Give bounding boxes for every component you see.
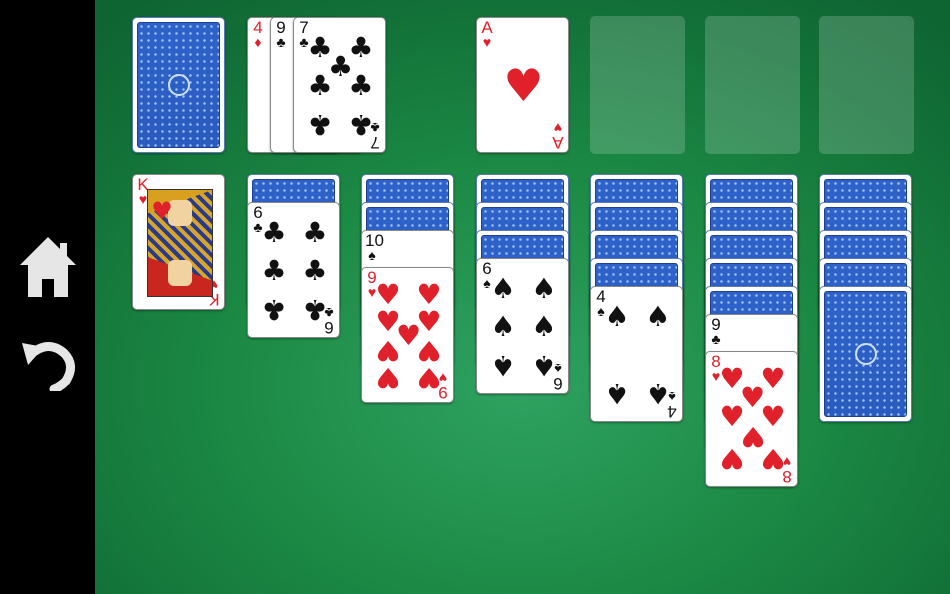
foundation-slot[interactable] [590, 16, 685, 154]
playing-card[interactable]: 4 ♠ 4 ♠ ♠ ♠ ♠ ♠ [590, 286, 683, 422]
suit-pip: ♣ [302, 254, 328, 287]
suit-pip: ♣ [261, 293, 287, 327]
card-corner-index: A ♥ [480, 19, 494, 50]
suit-pip: ♠ [490, 349, 516, 383]
suit-pip: ♠ [490, 310, 516, 343]
card-suit: ♠ [368, 247, 376, 263]
suit-pip: ♠ [604, 377, 630, 411]
playing-card[interactable]: 9 ♥ 9 ♥ ♥ ♥ ♥ ♥ ♥ ♥ ♥ ♥ ♥ [361, 267, 454, 403]
card-suit: ♥ [482, 34, 492, 50]
card-table: 4 ♦ 9 ♣ 7 ♣ 7 ♣ ♣ ♣ ♣ ♣ ♣ ♣ ♣ A ♥ A ♥ ♥ K ♥ K ♥ ♥ 6 ♣ 6 ♣ ♣ ♣ ♣ ♣ ♣ ♣ 10 ♠ 9 ♥… [95, 0, 950, 594]
suit-pip: ♥ [416, 360, 442, 394]
playing-card[interactable]: 6 ♠ 6 ♠ ♠ ♠ ♠ ♠ ♠ ♠ [476, 258, 569, 394]
suit-pip: ♠ [490, 271, 516, 305]
foundation-slot[interactable] [819, 16, 914, 154]
suit-pip: ♥ [416, 333, 442, 367]
suit-pip: ♠ [531, 310, 557, 343]
suit-pip: ♠ [645, 299, 671, 333]
playing-card[interactable]: K ♥ K ♥ ♥ [132, 174, 225, 310]
suit-pip: ♥ [719, 442, 745, 476]
suit-pip: ♠ [645, 377, 671, 411]
suit-pip: ♥ [151, 197, 173, 225]
suit-pip: ♥ [375, 333, 401, 367]
suit-pip: ♣ [307, 108, 333, 142]
card-corner-index: 10 ♠ [365, 232, 384, 263]
card-suit: ♣ [276, 34, 286, 50]
foundation-slot[interactable] [705, 16, 800, 154]
home-button[interactable] [18, 235, 78, 297]
suit-pip: ♣ [261, 254, 287, 287]
playing-card[interactable]: 8 ♥ 8 ♥ ♥ ♥ ♥ ♥ ♥ ♥ ♥ ♥ [705, 351, 798, 487]
suit-pip: ♣ [307, 69, 333, 102]
suit-pip: ♣ [302, 215, 328, 249]
suit-pip: ♣ [261, 215, 287, 249]
card-suit: ♦ [254, 34, 262, 50]
card-corner-index: A ♥ [551, 120, 565, 152]
undo-icon [22, 342, 75, 394]
playing-card[interactable]: 7 ♣ 7 ♣ ♣ ♣ ♣ ♣ ♣ ♣ ♣ [293, 17, 386, 153]
suit-pip: ♣ [302, 293, 328, 327]
home-icon [20, 237, 76, 297]
playing-card[interactable]: A ♥ A ♥ ♥ [476, 17, 569, 153]
tableau-face-down-card[interactable] [819, 286, 912, 422]
suit-pip: ♠ [531, 349, 557, 383]
stock-pile[interactable] [132, 17, 225, 153]
playing-card[interactable]: 6 ♣ 6 ♣ ♣ ♣ ♣ ♣ ♣ ♣ [247, 202, 340, 338]
suit-pip: ♣ [348, 69, 374, 102]
suit-pip: ♠ [531, 271, 557, 305]
sidebar [0, 0, 95, 594]
suit-pip: ♥ [503, 58, 544, 112]
suit-pip: ♠ [604, 299, 630, 333]
card-corner-index: 4 ♦ [251, 19, 265, 50]
suit-pip: ♥ [375, 360, 401, 394]
suit-pip: ♣ [348, 108, 374, 142]
card-corner-index: 9 ♣ [274, 19, 288, 50]
suit-pip: ♥ [760, 442, 786, 476]
card-suit: ♣ [711, 331, 721, 347]
card-corner-index: 9 ♣ [709, 316, 723, 347]
undo-button[interactable] [18, 335, 78, 395]
